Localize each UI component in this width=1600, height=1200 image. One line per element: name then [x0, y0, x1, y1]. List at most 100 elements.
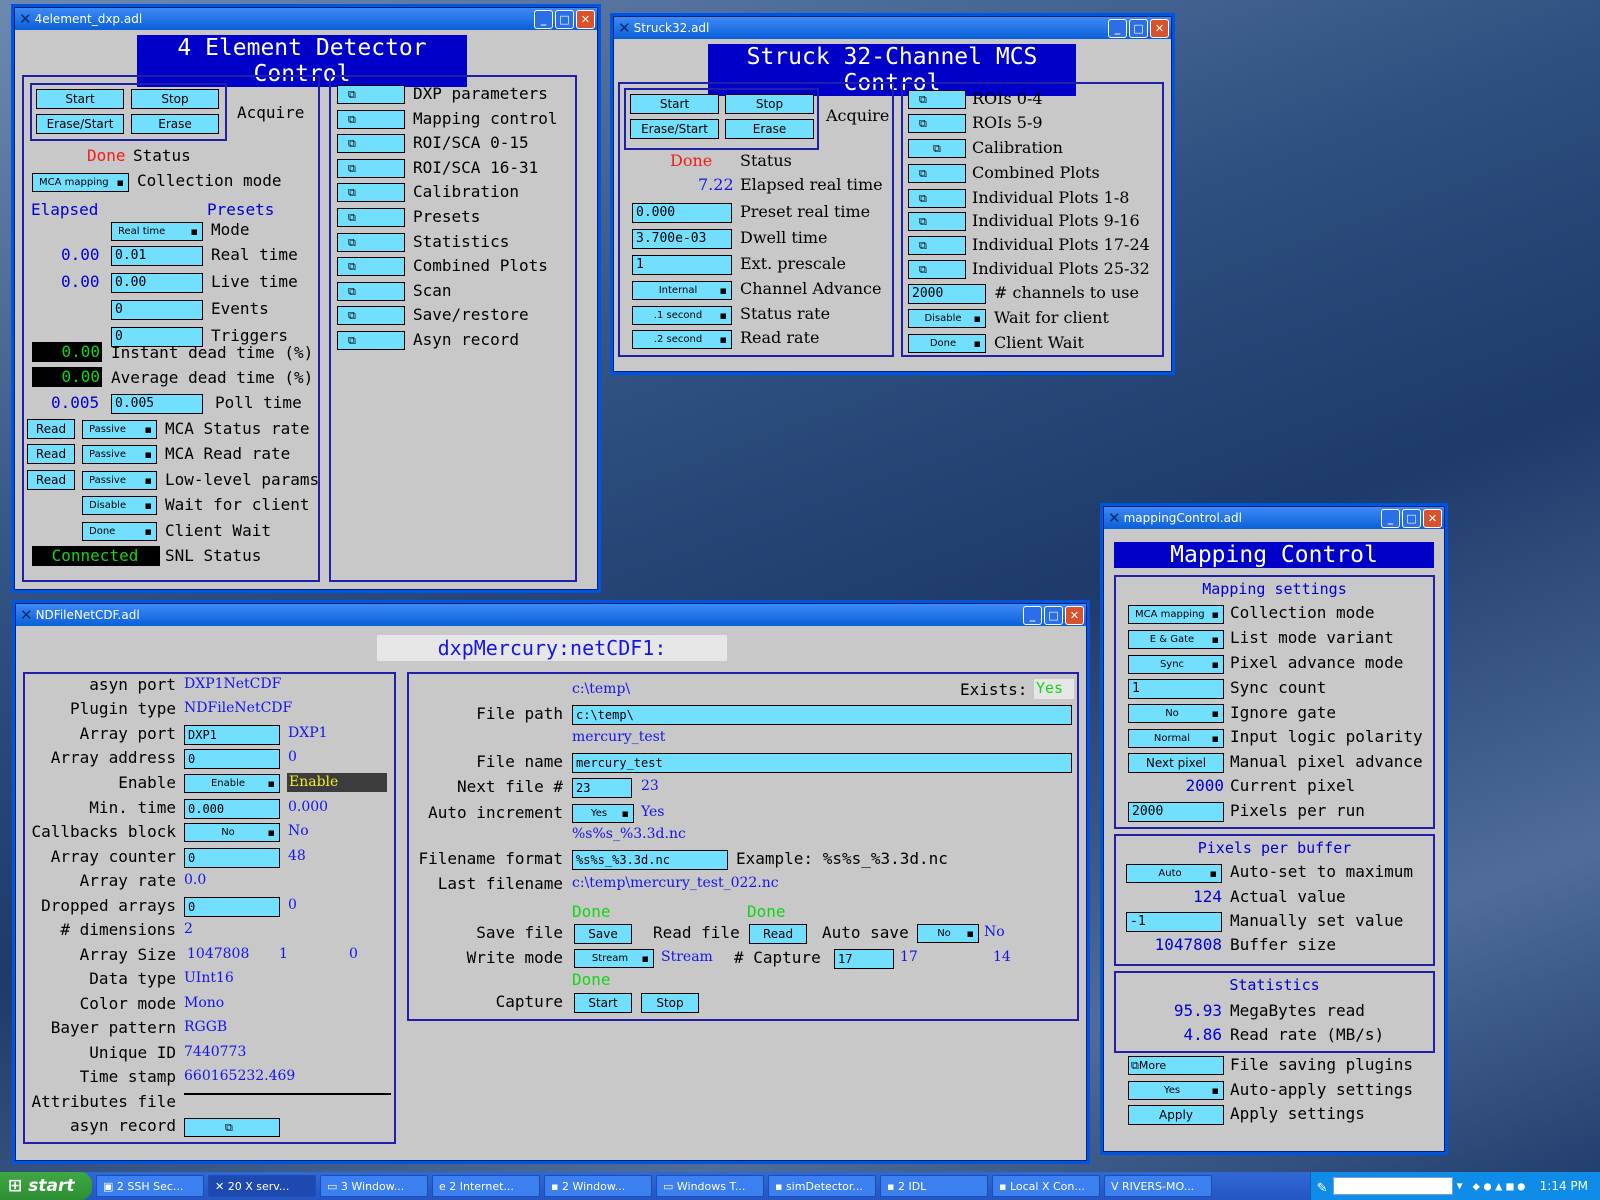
close-button[interactable]: ✕	[1150, 18, 1169, 38]
titlebar[interactable]: ✕ NDFileNetCDF.adl _ □ ✕	[16, 604, 1086, 626]
minimize-button[interactable]: _	[534, 9, 553, 29]
taskbar-item-ssh[interactable]: ▣ 2 SSH Sec...	[96, 1175, 204, 1197]
related-display-rois-0-4[interactable]: ⧉	[908, 90, 966, 109]
dropdown-icon[interactable]: ▼	[1457, 1181, 1463, 1192]
array-counter-input[interactable]: 0	[184, 848, 280, 868]
channel-advance-select[interactable]: Internal	[632, 281, 732, 300]
apply-button[interactable]: Apply	[1128, 1105, 1224, 1125]
pixels-per-run-input[interactable]: 2000	[1128, 802, 1224, 822]
related-display-calibration[interactable]: ⧉	[337, 183, 405, 202]
related-display-save-restore[interactable]: ⧉	[337, 306, 405, 325]
save-button[interactable]: Save	[574, 924, 632, 944]
wait-for-client-select[interactable]: Disable	[908, 309, 986, 328]
auto-apply-select[interactable]: Yes	[1128, 1081, 1224, 1100]
related-display-statistics[interactable]: ⧉	[337, 233, 405, 252]
tray-search-box[interactable]	[1332, 1177, 1453, 1195]
auto-save-select[interactable]: No	[917, 924, 979, 943]
minimize-button[interactable]: _	[1381, 508, 1400, 528]
array-address-input[interactable]: 0	[184, 749, 280, 769]
client-wait-select[interactable]: Done	[82, 522, 157, 541]
collection-mode-select[interactable]: MCA mapping	[1128, 605, 1224, 624]
related-display-plots-9-16[interactable]: ⧉	[908, 212, 966, 231]
minimize-button[interactable]: _	[1023, 605, 1042, 625]
callbacks-block-select[interactable]: No	[184, 823, 280, 842]
mca-status-rate-select[interactable]: Passive	[82, 420, 157, 439]
taskbar-item-rivers[interactable]: V RIVERS-MO...	[1104, 1175, 1212, 1197]
client-wait-select[interactable]: Done	[908, 334, 986, 353]
taskbar-item-internet[interactable]: e 2 Internet...	[432, 1175, 540, 1197]
taskbar-item-local-x[interactable]: ▪ Local X Con...	[992, 1175, 1100, 1197]
related-display-rois-5-9[interactable]: ⧉	[908, 114, 966, 133]
file-name-input[interactable]: mercury_test	[572, 753, 1072, 773]
mode-select[interactable]: Real time	[111, 222, 203, 241]
channels-to-use-input[interactable]: 2000	[908, 284, 986, 304]
related-display-mapping-control[interactable]: ⧉	[337, 110, 405, 129]
poll-time-input[interactable]: 0.005	[111, 394, 203, 414]
next-file-input[interactable]: 23	[572, 778, 632, 798]
low-level-params-select[interactable]: Passive	[82, 471, 157, 490]
maximize-button[interactable]: □	[1129, 18, 1148, 38]
live-time-input[interactable]: 0.00	[111, 273, 203, 293]
stop-button[interactable]: Stop	[725, 94, 814, 114]
min-time-input[interactable]: 0.000	[184, 799, 280, 819]
ext-prescale-input[interactable]: 1	[632, 255, 732, 275]
related-display-presets[interactable]: ⧉	[337, 208, 405, 227]
capture-stop-button[interactable]: Stop	[641, 993, 699, 1013]
stop-button[interactable]: Stop	[131, 89, 219, 109]
auto-increment-select[interactable]: Yes	[572, 804, 634, 823]
start-button[interactable]: Start	[630, 94, 719, 114]
titlebar[interactable]: ✕ Struck32.adl _ □ ✕	[614, 17, 1171, 39]
enable-select[interactable]: Enable	[184, 774, 280, 793]
related-display-asyn-record[interactable]: ⧉	[337, 331, 405, 350]
maximize-button[interactable]: □	[555, 9, 574, 29]
auto-set-select[interactable]: Auto	[1126, 864, 1222, 883]
titlebar[interactable]: ✕ mappingControl.adl _ □ ✕	[1104, 507, 1444, 529]
read-button[interactable]: Read	[749, 924, 807, 944]
dwell-time-input[interactable]: 3.700e-03	[632, 229, 732, 249]
taskbar-item-windows-explorer[interactable]: ▭ 3 Window...	[320, 1175, 428, 1197]
list-mode-variant-select[interactable]: E & Gate	[1128, 630, 1224, 649]
dropped-arrays-input[interactable]: 0	[184, 897, 280, 917]
close-button[interactable]: ✕	[1423, 508, 1442, 528]
ignore-gate-select[interactable]: No	[1128, 704, 1224, 723]
start-button[interactable]: Start	[36, 89, 124, 109]
taskbar-item-idl[interactable]: ▪ 2 IDL	[880, 1175, 988, 1197]
asyn-record-related-display[interactable]: ⧉	[184, 1118, 280, 1137]
taskbar-item-windows-task[interactable]: ▭ Windows T...	[656, 1175, 764, 1197]
attributes-file-input[interactable]	[184, 1093, 391, 1095]
maximize-button[interactable]: □	[1402, 508, 1421, 528]
erase-button[interactable]: Erase	[725, 119, 814, 139]
taskbar-item-command-window[interactable]: ▪ 2 Window...	[544, 1175, 652, 1197]
erase-start-button[interactable]: Erase/Start	[36, 114, 124, 134]
next-pixel-button[interactable]: Next pixel	[1128, 753, 1224, 773]
mca-read-rate-select[interactable]: Passive	[82, 445, 157, 464]
write-mode-select[interactable]: Stream	[574, 949, 654, 968]
related-display-roi-0-15[interactable]: ⧉	[337, 134, 405, 153]
erase-start-button[interactable]: Erase/Start	[630, 119, 719, 139]
mca-read-read-button[interactable]: Read	[27, 444, 75, 464]
real-time-input[interactable]: 0.01	[111, 246, 203, 266]
related-display-combined-plots[interactable]: ⧉	[908, 164, 966, 183]
pen-icon[interactable]: ✎	[1317, 1177, 1327, 1196]
related-display-combined-plots[interactable]: ⧉	[337, 257, 405, 276]
sync-count-input[interactable]: 1	[1128, 679, 1224, 699]
collection-mode-select[interactable]: MCA mapping	[32, 173, 129, 192]
mca-status-read-button[interactable]: Read	[27, 419, 75, 439]
minimize-button[interactable]: _	[1108, 18, 1127, 38]
filename-format-input[interactable]: %s%s_%3.3d.nc	[572, 850, 728, 870]
pixel-advance-mode-select[interactable]: Sync	[1128, 655, 1224, 674]
start-button[interactable]: ⊞ start	[0, 1172, 92, 1200]
file-path-input[interactable]: c:\temp\	[572, 705, 1072, 725]
related-display-roi-16-31[interactable]: ⧉	[337, 159, 405, 178]
capture-start-button[interactable]: Start	[574, 993, 632, 1013]
related-display-plots-1-8[interactable]: ⧉	[908, 189, 966, 208]
low-level-read-button[interactable]: Read	[27, 470, 75, 490]
related-display-plots-17-24[interactable]: ⧉	[908, 236, 966, 255]
more-related-display[interactable]: ⧉More	[1128, 1056, 1224, 1075]
status-rate-select[interactable]: .1 second	[632, 306, 732, 325]
array-port-input[interactable]: DXP1	[184, 725, 280, 745]
related-display-calibration[interactable]: ⧉	[908, 139, 966, 158]
capture-count-input[interactable]: 17	[834, 949, 894, 969]
maximize-button[interactable]: □	[1044, 605, 1063, 625]
related-display-plots-25-32[interactable]: ⧉	[908, 260, 966, 279]
